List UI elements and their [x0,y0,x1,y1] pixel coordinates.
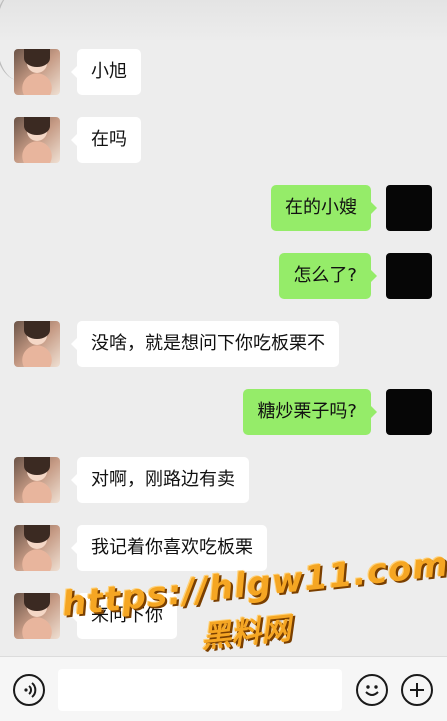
message-bubble-incoming[interactable]: 没啥，就是想问下你吃板栗不 [71,321,339,367]
contact-avatar[interactable] [14,525,60,571]
message-bubble-outgoing[interactable]: 在的小嫂 [271,185,377,231]
message-bubble-incoming[interactable]: 我记着你喜欢吃板栗 [71,525,267,571]
message-row: 来问下你 [0,593,447,639]
self-avatar[interactable] [386,253,432,299]
message-row: 怎么了? [0,253,447,299]
message-row: 糖炒栗子吗? [0,389,447,435]
self-avatar[interactable] [386,389,432,435]
voice-icon[interactable] [13,674,45,706]
contact-avatar[interactable] [14,321,60,367]
message-row: 在吗 [0,117,447,163]
message-row: 在的小嫂 [0,185,447,231]
message-bubble-incoming[interactable]: 在吗 [71,117,141,163]
plus-icon[interactable] [401,674,433,706]
message-row: 没啥，就是想问下你吃板栗不 [0,321,447,367]
self-avatar[interactable] [386,185,432,231]
message-row: 我记着你喜欢吃板栗 [0,525,447,571]
message-row: 对啊，刚路边有卖 [0,457,447,503]
contact-avatar[interactable] [14,117,60,163]
emoji-icon[interactable] [356,674,388,706]
contact-avatar[interactable] [14,49,60,95]
message-bubble-incoming[interactable]: 小旭 [71,49,141,95]
message-bubble-incoming[interactable]: 来问下你 [71,593,177,639]
contact-avatar[interactable] [14,593,60,639]
message-bubble-outgoing[interactable]: 糖炒栗子吗? [243,389,377,435]
contact-avatar[interactable] [14,457,60,503]
message-bubble-incoming[interactable]: 对啊，刚路边有卖 [71,457,249,503]
message-row: 小旭 [0,49,447,95]
chat-message-list[interactable]: 小旭 在吗 在的小嫂 怎么了? 没啥，就是想问下你吃板栗不 糖炒栗子吗? 对啊，… [0,0,447,655]
input-bar [0,656,447,721]
message-input[interactable] [58,669,342,711]
message-bubble-outgoing[interactable]: 怎么了? [279,253,377,299]
